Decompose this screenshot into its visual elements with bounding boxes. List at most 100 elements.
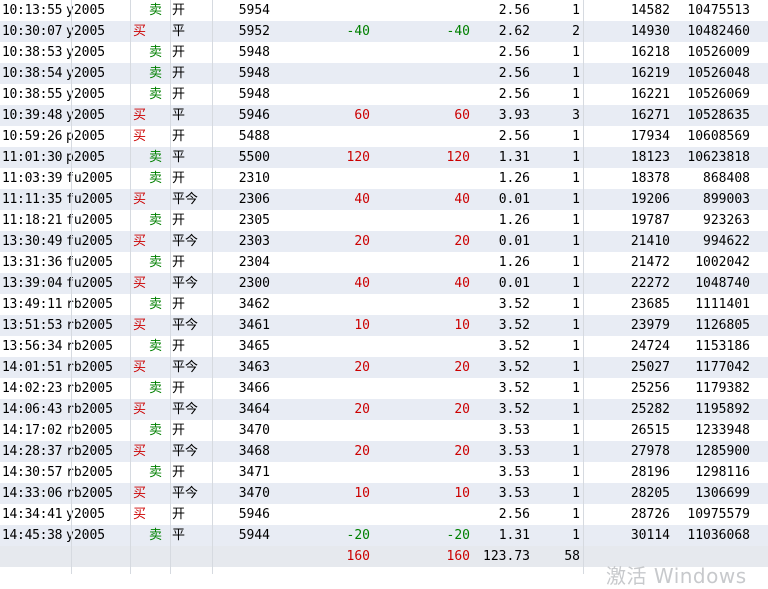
sequence-cell: 26515 [630,423,670,438]
time-cell: 14:06:43 [2,402,63,417]
open-close-cell: 开 [172,171,186,186]
price-cell: 2305 [238,213,270,228]
sequence-cell: 25256 [630,381,670,396]
price-cell: 5954 [238,3,270,18]
profit-cell: -20 [346,528,370,543]
time-cell: 14:01:51 [2,360,63,375]
volume-cell: 1 [572,528,580,543]
side-cell: 买 [133,108,147,123]
open-close-cell: 平今 [172,192,199,207]
column-divider [583,0,584,574]
fee-cell: 3.52 [498,318,530,333]
total-fee: 123.73 [483,549,530,564]
open-close-cell: 开 [172,465,186,480]
total-profit-1: 160 [346,549,370,564]
profit-cell [400,42,470,63]
sequence-cell: 17934 [630,129,670,144]
volume-cell: 1 [572,297,580,312]
table-row[interactable]: 13:31:36 fu2005 卖开 2304 1.26 1 21472 1002042 [0,252,768,273]
fee-cell: 3.53 [498,423,530,438]
fee-cell: 2.56 [498,507,530,522]
profit-cell [300,252,370,273]
table-row[interactable]: 14:30:57 rb2005 卖开 3471 3.53 1 28196 1298116 [0,462,768,483]
trade-id-cell: 10975579 [687,507,750,522]
fee-cell: 2.62 [498,24,530,39]
table-row[interactable]: 11:11:35 fu2005 买 平今 2306 40 40 0.01 1 19206 89900… [0,189,768,210]
table-row[interactable]: 10:59:26 p2005 买 开 5488 2.56 1 17934 10608569 [0,126,768,147]
sequence-cell: 30114 [630,528,670,543]
trade-id-cell: 994622 [703,234,750,249]
price-cell: 5944 [238,528,270,543]
price-cell: 3468 [238,444,270,459]
time-cell: 11:11:35 [2,192,63,207]
trade-id-cell: 10475513 [687,3,750,18]
profit-cell: 20 [354,360,370,375]
volume-cell: 1 [572,507,580,522]
profit-cell [400,210,470,231]
profit-cell: -40 [346,24,370,39]
profit-cell [400,0,470,21]
table-row[interactable]: 10:39:48 y2005 买 平 5946 60 60 3.93 3 16271 1052863… [0,105,768,126]
contract-cell: y2005 [66,87,106,102]
table-row[interactable]: 13:49:11 rb2005 卖开 3462 3.52 1 23685 1111401 [0,294,768,315]
table-row[interactable]: 11:03:39 fu2005 卖开 2310 1.26 1 18378 868408 [0,168,768,189]
profit-cell: 60 [454,108,470,123]
fee-cell: 3.52 [498,360,530,375]
profit-cell [400,294,470,315]
table-row[interactable]: 13:30:49 fu2005 买 平今 2303 20 20 0.01 1 21410 99462… [0,231,768,252]
profit-cell [400,168,470,189]
profit-cell [400,252,470,273]
table-row[interactable]: 13:51:53 rb2005 买 平今 3461 10 10 3.52 1 23979 11268… [0,315,768,336]
column-divider [170,0,171,574]
table-row[interactable]: 14:06:43 rb2005 买 平今 3464 20 20 3.52 1 25282 11958… [0,399,768,420]
table-row[interactable]: 14:28:37 rb2005 买 平今 3468 20 20 3.53 1 27978 12859… [0,441,768,462]
column-divider [130,0,131,574]
table-row[interactable]: 10:38:53 y2005 卖开 5948 2.56 1 16218 10526009 [0,42,768,63]
time-cell: 11:01:30 [2,150,63,165]
trade-id-cell: 1233948 [695,423,750,438]
side-cell: 买 [133,486,147,501]
price-cell: 3464 [238,402,270,417]
table-row[interactable]: 14:33:06 rb2005 买 平今 3470 10 10 3.53 1 28205 13066… [0,483,768,504]
side-cell: 卖 [149,45,163,60]
trade-id-cell: 10526048 [687,66,750,81]
table-row[interactable]: 10:38:54 y2005 卖开 5948 2.56 1 16219 10526048 [0,63,768,84]
trade-id-cell: 1285900 [695,444,750,459]
table-row[interactable]: 11:01:30 p2005 卖平 5500 120 120 1.31 1 18123 10623… [0,147,768,168]
fee-cell: 3.52 [498,402,530,417]
table-row[interactable]: 14:17:02 rb2005 卖开 3470 3.53 1 26515 1233948 [0,420,768,441]
table-row[interactable]: 13:39:04 fu2005 买 平今 2300 40 40 0.01 1 22272 10487… [0,273,768,294]
table-row[interactable]: 11:18:21 fu2005 卖开 2305 1.26 1 19787 923263 [0,210,768,231]
side-cell: 买 [133,444,147,459]
profit-cell: 20 [454,234,470,249]
table-row[interactable]: 14:02:23 rb2005 卖开 3466 3.52 1 25256 1179382 [0,378,768,399]
profit-cell [300,462,370,483]
profit-cell: 20 [354,234,370,249]
table-body: 10:13:55 y2005 卖开 5954 2.56 1 14582 10475513 10:… [0,0,768,546]
time-cell: 14:45:38 [2,528,63,543]
fee-cell: 0.01 [498,276,530,291]
table-row[interactable]: 13:56:34 rb2005 卖开 3465 3.52 1 24724 1153186 [0,336,768,357]
trade-id-cell: 10608569 [687,129,750,144]
open-close-cell: 开 [172,66,186,81]
trade-id-cell: 1195892 [695,402,750,417]
table-row[interactable]: 14:45:38 y2005 卖平 5944 -20 -20 1.31 1 30114 11036… [0,525,768,546]
table-row[interactable]: 14:34:41 y2005 买 开 5946 2.56 1 28726 10975579 [0,504,768,525]
profit-cell [300,378,370,399]
price-cell: 5488 [238,129,270,144]
fee-cell: 1.31 [498,528,530,543]
price-cell: 3465 [238,339,270,354]
open-close-cell: 开 [172,423,186,438]
table-row[interactable]: 14:01:51 rb2005 买 平今 3463 20 20 3.52 1 25027 11770… [0,357,768,378]
sequence-cell: 25282 [630,402,670,417]
time-cell: 14:28:37 [2,444,63,459]
contract-cell: fu2005 [66,234,113,249]
trade-id-cell: 1153186 [695,339,750,354]
table-row[interactable]: 10:38:55 y2005 卖开 5948 2.56 1 16221 10526069 [0,84,768,105]
profit-cell [400,84,470,105]
contract-cell: rb2005 [66,402,113,417]
table-row[interactable]: 10:30:07 y2005 买 平 5952 -40 -40 2.62 2 14930 10482… [0,21,768,42]
table-row[interactable]: 10:13:55 y2005 卖开 5954 2.56 1 14582 10475513 [0,0,768,21]
side-cell: 买 [133,360,147,375]
side-cell: 买 [133,234,147,249]
